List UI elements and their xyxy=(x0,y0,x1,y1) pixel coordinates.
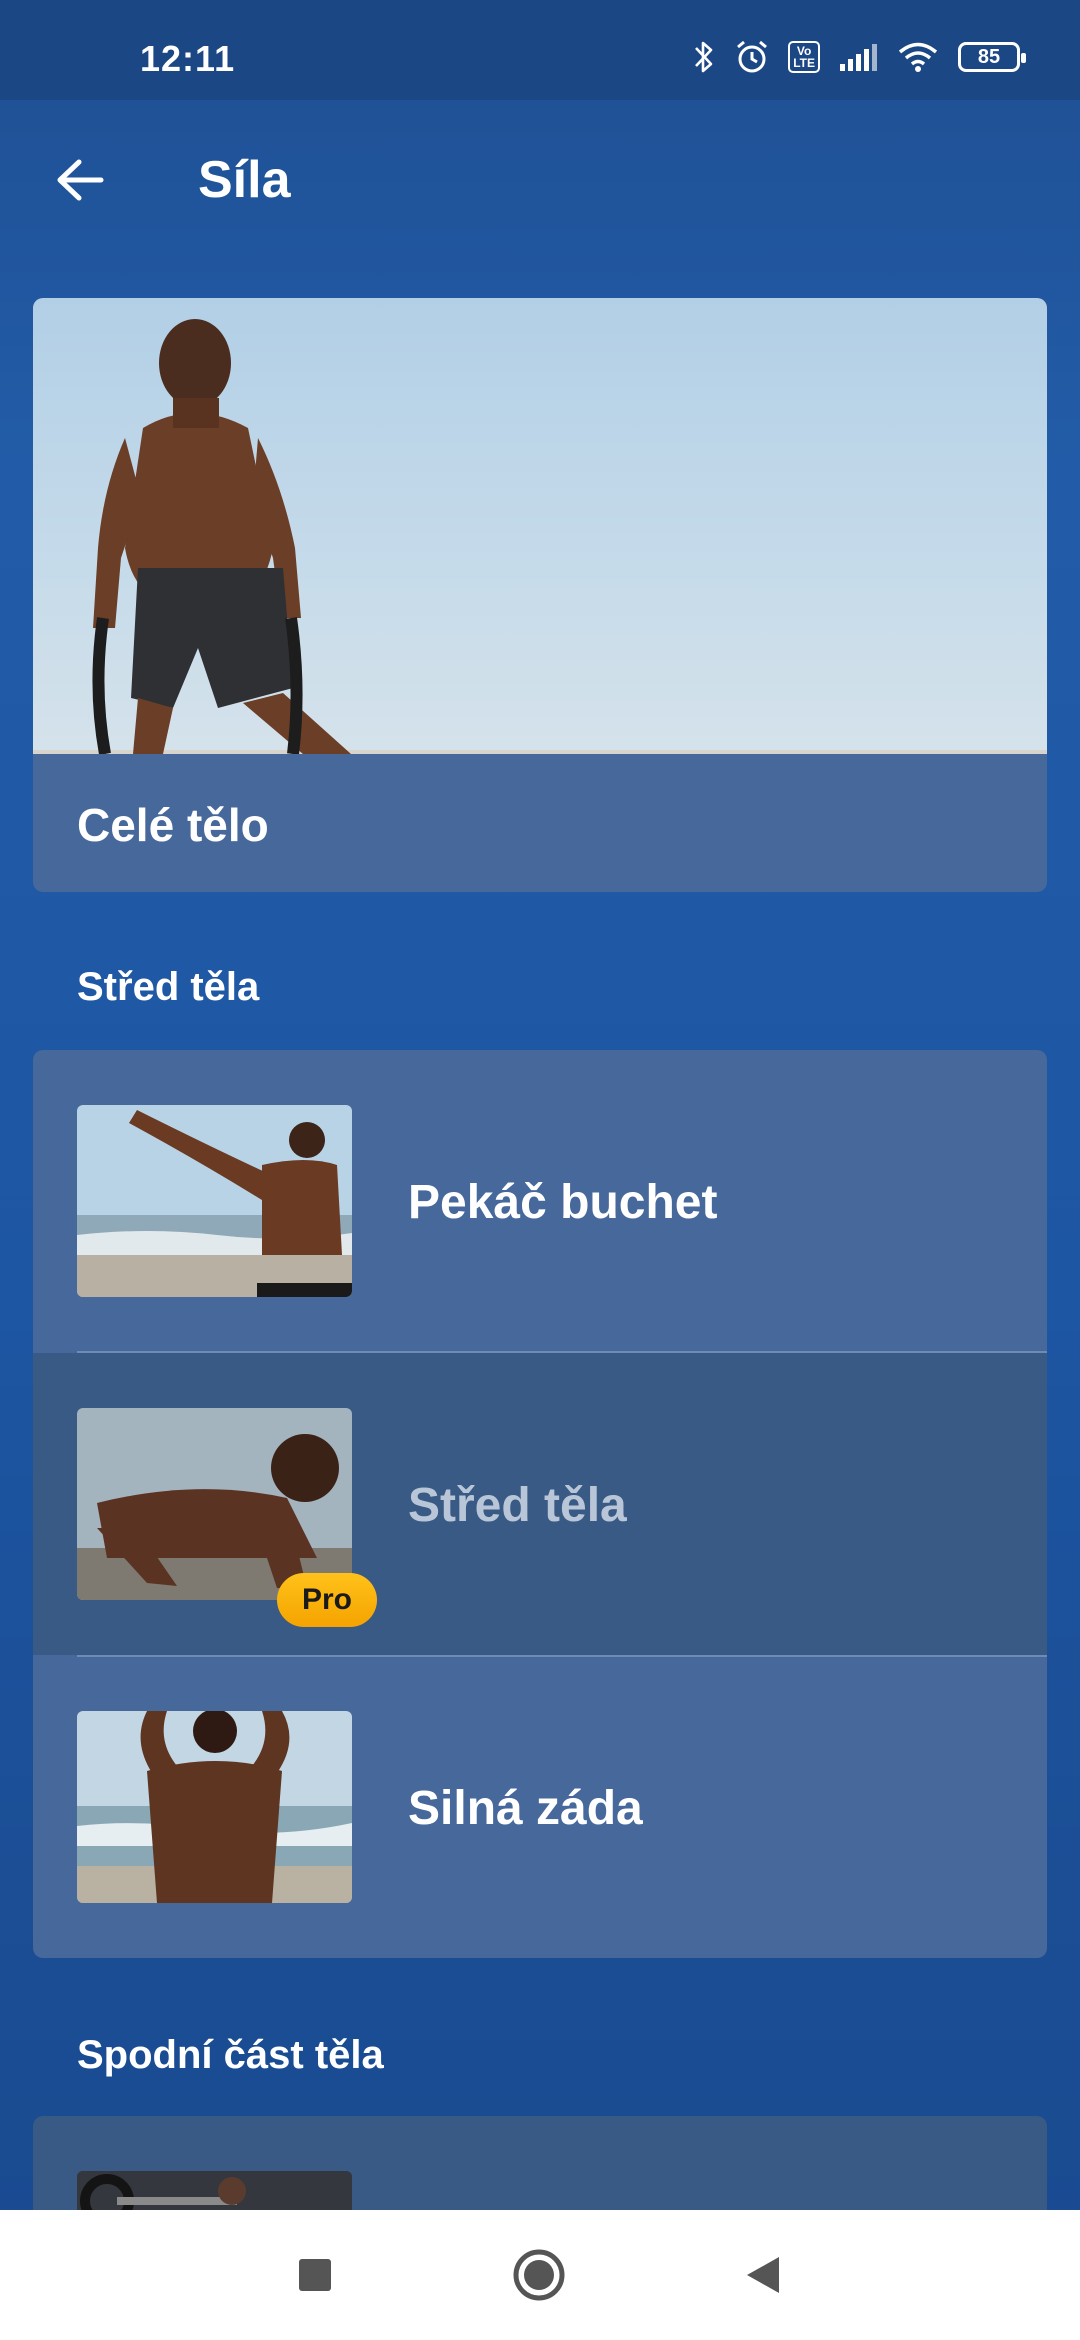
hero-card-full-body[interactable]: Celé tělo xyxy=(33,298,1047,892)
battery-icon: 85 xyxy=(958,42,1026,72)
hero-caption: Celé tělo xyxy=(77,799,269,851)
item-label: Silná záda xyxy=(408,1782,643,1835)
status-time: 12:11 xyxy=(140,38,236,79)
list-item-pekac-buchet[interactable]: Pekáč buchet xyxy=(33,1050,1047,1352)
arrow-left-icon xyxy=(57,159,104,201)
wifi-icon xyxy=(896,41,940,73)
status-icons: Vo LTE 85 xyxy=(692,38,1026,76)
workout-list-core: Pekáč buchet Pro Střed těla Silná záda xyxy=(33,1050,1047,1958)
battery-level: 85 xyxy=(977,45,1001,68)
bluetooth-icon xyxy=(692,38,716,76)
item-label: Pekáč buchet xyxy=(408,1176,718,1229)
thumbnail-image xyxy=(77,1711,352,1903)
recent-apps-icon xyxy=(299,2259,331,2291)
list-item-stred-tela[interactable]: Pro Střed těla xyxy=(33,1353,1047,1655)
app-bar: Síla xyxy=(0,100,1080,260)
item-label: Střed těla xyxy=(408,1479,627,1532)
hero-image xyxy=(33,298,1047,754)
thumbnail-image xyxy=(77,1105,352,1297)
alarm-icon xyxy=(734,39,770,75)
page-title: Síla xyxy=(198,151,291,209)
pro-badge: Pro xyxy=(277,1573,377,1627)
section-title-lower-body: Spodní část těla xyxy=(77,2033,384,2077)
volte-icon: Vo LTE xyxy=(788,41,820,73)
status-bar: 12:11 Vo LTE 85 xyxy=(0,0,1080,100)
list-item-silna-zada[interactable]: Silná záda xyxy=(33,1656,1047,1958)
recent-apps-button[interactable] xyxy=(275,2240,355,2310)
back-button[interactable] xyxy=(40,140,120,220)
signal-icon xyxy=(838,42,878,72)
thumbnail-image xyxy=(77,1408,352,1600)
back-icon xyxy=(747,2257,779,2293)
nav-back-button[interactable] xyxy=(722,2240,802,2310)
system-nav-bar xyxy=(0,2210,1080,2340)
section-title-core: Střed těla xyxy=(77,965,260,1009)
home-icon xyxy=(513,2249,565,2301)
home-button[interactable] xyxy=(499,2240,579,2310)
